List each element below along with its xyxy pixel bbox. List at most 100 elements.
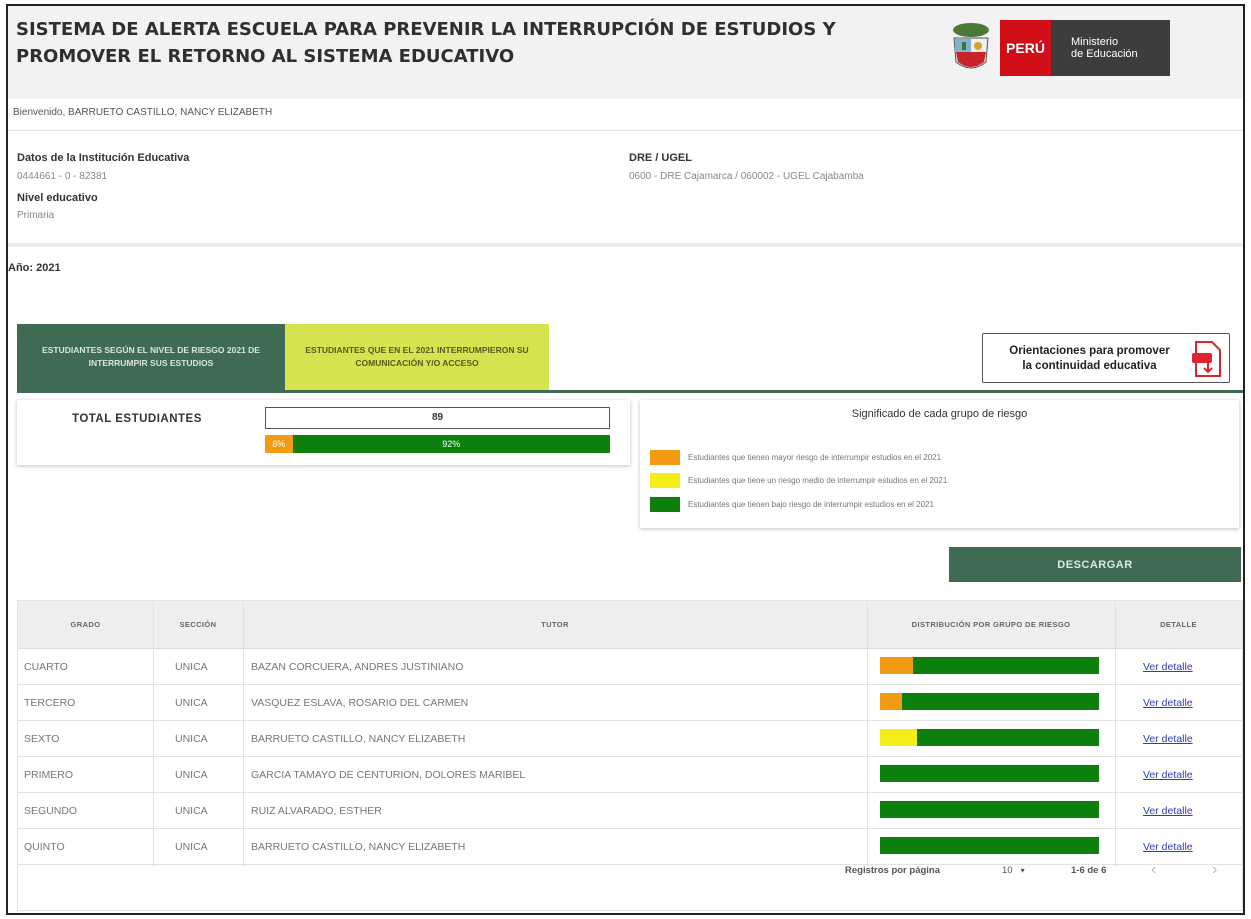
legend-item-medium: Estudiantes que tiene un riesgo medio de…: [650, 473, 947, 488]
tab-risk-level[interactable]: ESTUDIANTES SEGÚN EL NIVEL DE RIESGO 202…: [17, 324, 285, 390]
row-risk-bar: [880, 693, 1099, 710]
cell-tutor: BARRUETO CASTILLO, NANCY ELIZABETH: [251, 732, 466, 745]
cell-seccion: UNICA: [175, 696, 208, 709]
table-row: QUINTO UNICA BARRUETO CASTILLO, NANCY EL…: [18, 829, 1242, 865]
row-risk-bar: [880, 837, 1099, 854]
row-risk-bar: [880, 657, 1099, 674]
system-title-line1: SISTEMA DE ALERTA ESCUELA PARA PREVENIR …: [16, 19, 836, 40]
students-table: GRADO SECCIÓN TUTOR DISTRIBUCIÓN POR GRU…: [17, 600, 1243, 911]
level-value: Primaria: [17, 210, 55, 221]
table-row: CUARTO UNICA BAZAN CORCUERA, ANDRES JUST…: [18, 649, 1242, 685]
cell-seccion: UNICA: [175, 804, 208, 817]
col-header-tutor: TUTOR: [541, 620, 569, 629]
legend-swatch-medium: [650, 473, 680, 488]
download-button[interactable]: DESCARGAR: [949, 547, 1241, 582]
legend-text-medium: Estudiantes que tiene un riesgo medio de…: [688, 476, 948, 485]
legend-swatch-high: [650, 450, 680, 465]
dre-ugel-value: 0600 - DRE Cajamarca / 060002 - UGEL Caj…: [629, 171, 864, 182]
cell-grado: QUINTO: [24, 840, 65, 853]
level-label: Nivel educativo: [17, 192, 98, 204]
risk-medium-segment: [880, 729, 918, 746]
tab-interrupted-communication[interactable]: ESTUDIANTES QUE EN EL 2021 INTERRUMPIERO…: [285, 324, 549, 390]
year-label: Año: 2021: [8, 262, 61, 274]
rows-per-page-label: Registros por página: [845, 864, 941, 876]
ver-detalle-link[interactable]: Ver detalle: [1143, 721, 1193, 756]
legend-swatch-low: [650, 497, 680, 512]
risk-low-segment: 92%: [292, 435, 610, 453]
total-students-value: 89: [265, 407, 610, 429]
cell-tutor: RUIZ ALVARADO, ESTHER: [251, 804, 382, 817]
cell-tutor: BARRUETO CASTILLO, NANCY ELIZABETH: [251, 840, 466, 853]
pdf-document-icon: [1192, 341, 1221, 377]
cell-tutor: BAZAN CORCUERA, ANDRES JUSTINIANO: [251, 660, 464, 673]
total-students-label: TOTAL ESTUDIANTES: [72, 413, 202, 425]
risk-high-segment: 8%: [265, 435, 293, 453]
col-header-seccion: SECCIÓN: [179, 620, 217, 629]
divider: [8, 130, 1243, 131]
risk-high-segment: [880, 693, 902, 710]
orientations-label-line2: la continuidad educativa: [1022, 360, 1157, 372]
orientations-label-line1: Orientaciones para promover: [1009, 345, 1170, 357]
col-header-grado: GRADO: [70, 620, 101, 629]
risk-low-segment: [880, 837, 1099, 854]
tab-underline: [17, 390, 1243, 393]
cell-seccion: UNICA: [175, 660, 208, 673]
cell-grado: SEGUNDO: [24, 804, 78, 817]
table-row: SEXTO UNICA BARRUETO CASTILLO, NANCY ELI…: [18, 721, 1242, 757]
cell-grado: TERCERO: [24, 696, 76, 709]
legend-item-high: Estudiantes que tienen mayor riesgo de i…: [650, 450, 941, 465]
chevron-right-icon[interactable]: ›: [1212, 855, 1217, 885]
cell-grado: SEXTO: [24, 732, 60, 745]
ministry-logo-line1: Ministerio: [1071, 36, 1119, 48]
ver-detalle-link[interactable]: Ver detalle: [1143, 793, 1193, 828]
row-risk-bar: [880, 801, 1099, 818]
system-title-line2: PROMOVER EL RETORNO AL SISTEMA EDUCATIVO: [16, 46, 515, 67]
table-row: TERCERO UNICA VASQUEZ ESLAVA, ROSARIO DE…: [18, 685, 1242, 721]
table-header: GRADO SECCIÓN TUTOR DISTRIBUCIÓN POR GRU…: [18, 601, 1242, 649]
cell-tutor: GARCIA TAMAYO DE CENTURION, DOLORES MARI…: [251, 768, 526, 781]
row-risk-bar: [880, 729, 1099, 746]
ministry-logo: Ministerio de Educación: [1051, 20, 1170, 76]
risk-low-segment: [880, 765, 1099, 782]
institution-code: 0444661 - 0 - 82381: [17, 171, 108, 182]
table-row: SEGUNDO UNICA RUIZ ALVARADO, ESTHER Ver …: [18, 793, 1242, 829]
app-frame: SISTEMA DE ALERTA ESCUELA PARA PREVENIR …: [6, 4, 1245, 915]
risk-low-segment: [880, 801, 1099, 818]
welcome-text: Bienvenido, BARRUETO CASTILLO, NANCY ELI…: [13, 107, 273, 118]
col-header-distribucion: DISTRIBUCIÓN POR GRUPO DE RIESGO: [911, 620, 1071, 629]
col-header-detalle: DETALLE: [1160, 620, 1197, 629]
table-row: PRIMERO UNICA GARCIA TAMAYO DE CENTURION…: [18, 757, 1242, 793]
ver-detalle-link[interactable]: Ver detalle: [1143, 757, 1193, 792]
ver-detalle-link[interactable]: Ver detalle: [1143, 649, 1193, 684]
row-risk-bar: [880, 765, 1099, 782]
cell-seccion: UNICA: [175, 732, 208, 745]
peru-coat-of-arms-icon: [953, 23, 989, 69]
rows-per-page-value: 10: [1002, 864, 1013, 876]
risk-low-segment: [912, 657, 1099, 674]
risk-legend-title: Significado de cada grupo de riesgo: [851, 408, 1028, 420]
system-title: SISTEMA DE ALERTA ESCUELA PARA PREVENIR …: [16, 16, 896, 70]
risk-high-segment: [880, 657, 913, 674]
legend-item-low: Estudiantes que tienen bajo riesgo de in…: [650, 497, 934, 512]
institution-label: Datos de la Institución Educativa: [17, 152, 190, 164]
orientations-pdf-button[interactable]: Orientaciones para promover la continuid…: [982, 333, 1230, 383]
ministry-logo-line2: de Educación: [1071, 48, 1138, 60]
app-header: SISTEMA DE ALERTA ESCUELA PARA PREVENIR …: [8, 6, 1243, 99]
risk-distribution-bar: 8% 92%: [265, 435, 610, 453]
cell-tutor: VASQUEZ ESLAVA, ROSARIO DEL CARMEN: [251, 696, 469, 709]
dre-ugel-label: DRE / UGEL: [629, 152, 692, 164]
rows-per-page-select[interactable]: 10 ▾: [1002, 855, 1025, 885]
peru-logo: PERÚ: [1000, 20, 1051, 76]
divider: [8, 243, 1243, 247]
cell-seccion: UNICA: [175, 768, 208, 781]
cell-grado: CUARTO: [24, 660, 68, 673]
risk-low-segment: [917, 729, 1099, 746]
cell-seccion: UNICA: [175, 840, 208, 853]
legend-text-high: Estudiantes que tienen mayor riesgo de i…: [688, 453, 942, 462]
risk-low-segment: [901, 693, 1099, 710]
pagination-range: 1-6 de 6: [1071, 864, 1107, 876]
chevron-left-icon[interactable]: ‹: [1151, 855, 1156, 885]
cell-grado: PRIMERO: [24, 768, 74, 781]
legend-text-low: Estudiantes que tienen bajo riesgo de in…: [688, 500, 934, 509]
ver-detalle-link[interactable]: Ver detalle: [1143, 685, 1193, 720]
